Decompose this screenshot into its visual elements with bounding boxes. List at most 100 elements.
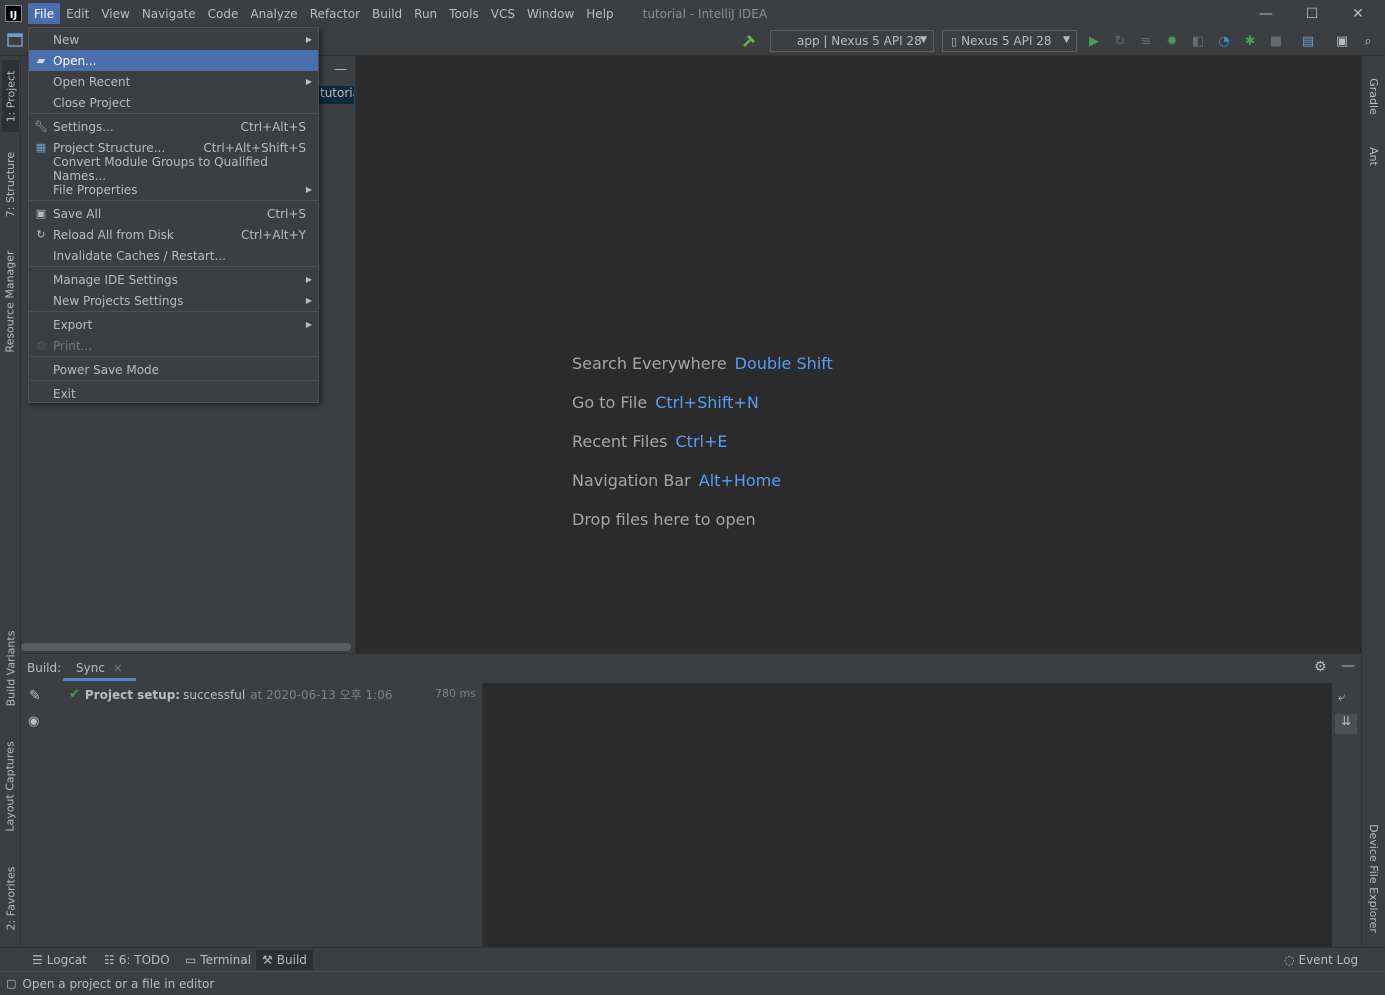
tab-favorites[interactable]: 2: Favorites (2, 856, 19, 941)
menu-analyze[interactable]: Analyze (244, 3, 303, 24)
menu-build[interactable]: Build (366, 3, 408, 24)
minimize-panel-icon[interactable]: — (334, 62, 347, 77)
apply-code-changes-icon[interactable]: ≡ (1138, 33, 1154, 49)
hint-navigation-bar: Navigation Bar Alt+Home (572, 471, 782, 490)
menu-run[interactable]: Run (408, 3, 443, 24)
todo-icon: ☷ (104, 953, 115, 967)
menu-item-power-save-mode[interactable]: Power Save Mode (29, 359, 318, 380)
soft-wrap-icon[interactable]: ⤶ (1338, 690, 1345, 705)
hint-search-everywhere: Search Everywhere Double Shift (572, 354, 833, 373)
apply-changes-icon[interactable]: ↻ (1112, 33, 1128, 49)
menu-item-save-all[interactable]: ▣ Save All Ctrl+S (29, 203, 318, 224)
submenu-arrow-icon: ▶ (305, 35, 312, 44)
profile-icon[interactable]: ◔ (1216, 33, 1232, 49)
menu-item-open[interactable]: ▰ Open... (29, 50, 318, 71)
menu-item-close-project[interactable]: Close Project (29, 92, 318, 113)
menu-vcs[interactable]: VCS (485, 3, 521, 24)
menu-tools[interactable]: Tools (443, 3, 485, 24)
chevron-down-icon: ▼ (920, 35, 927, 45)
eye-icon[interactable]: ◉ (28, 714, 39, 729)
menu-refactor[interactable]: Refactor (304, 3, 366, 24)
tab-device-file-explorer[interactable]: Device File Explorer (1365, 816, 1382, 941)
menu-edit[interactable]: Edit (60, 3, 95, 24)
tool-terminal[interactable]: ▭ Terminal (179, 950, 257, 970)
menu-item-print[interactable]: ⎙ Print... (29, 335, 318, 356)
hammer-icon: ⚒ (262, 953, 273, 967)
editor-empty-area[interactable]: Search Everywhere Double Shift Go to File… (356, 56, 1361, 653)
menu-item-settings[interactable]: 🔧︎ Settings... Ctrl+Alt+S (29, 116, 318, 137)
menu-separator (29, 356, 318, 357)
menu-navigate[interactable]: Navigate (136, 3, 202, 24)
tab-layout-captures[interactable]: Layout Captures (2, 731, 19, 841)
tool-build[interactable]: ⚒ Build (256, 950, 313, 970)
build-console[interactable] (483, 683, 1332, 948)
run-config-label: app | Nexus 5 API 28 (797, 34, 922, 48)
tab-structure[interactable]: 7: Structure (2, 144, 19, 224)
layout-icon[interactable]: ▣ (1334, 33, 1350, 49)
sdk-manager-icon[interactable]: ▤ (1300, 33, 1316, 49)
tab-build-variants[interactable]: Build Variants (2, 621, 19, 716)
coverage-icon[interactable]: ◧ (1190, 33, 1206, 49)
tool-logcat[interactable]: ☰ Logcat (26, 950, 93, 970)
pin-icon[interactable]: ✎ (29, 688, 41, 704)
menu-code[interactable]: Code (202, 3, 245, 24)
row-status: successful (183, 687, 246, 702)
build-row[interactable]: ✔ Project setup: successful at 2020-06-1… (69, 686, 392, 703)
menu-file[interactable]: File (28, 3, 61, 24)
tool-todo[interactable]: ☷ 6: TODO (98, 950, 176, 970)
submenu-arrow-icon: ▶ (305, 320, 312, 329)
menu-window[interactable]: Window (521, 3, 580, 24)
save-icon: ▣ (35, 207, 47, 220)
horizontal-scrollbar[interactable] (21, 643, 351, 651)
tab-resource-manager[interactable]: Resource Manager (2, 241, 19, 361)
menu-item-exit[interactable]: Exit (29, 383, 318, 404)
minimize-icon[interactable]: — (1341, 658, 1355, 674)
tab-project[interactable]: 1: Project (2, 60, 19, 132)
row-duration: 780 ms (435, 687, 476, 700)
project-view-icon[interactable] (7, 32, 23, 48)
row-title: Project setup: (84, 687, 181, 702)
menu-item-new-projects-settings[interactable]: New Projects Settings ▶ (29, 290, 318, 311)
stop-icon[interactable]: ■ (1268, 33, 1284, 49)
hammer-icon[interactable] (741, 33, 757, 49)
run-icon[interactable]: ▶ (1086, 33, 1102, 49)
menu-item-export[interactable]: Export ▶ (29, 314, 318, 335)
debug-icon[interactable]: ✹ (1164, 33, 1180, 49)
menu-item-manage-ide-settings[interactable]: Manage IDE Settings ▶ (29, 269, 318, 290)
row-time: at 2020-06-13 오후 1:06 (250, 688, 393, 702)
build-tree: ✔ Project setup: successful at 2020-06-1… (63, 683, 483, 948)
build-header: Build: Sync × ⚙ — (21, 654, 1361, 683)
device-select[interactable]: ▯ Nexus 5 API 28 ▼ (942, 30, 1077, 52)
menu-help[interactable]: Help (580, 3, 619, 24)
status-icon[interactable]: ▢ (6, 977, 16, 990)
menu-item-reload-all[interactable]: ↻ Reload All from Disk Ctrl+Alt+Y (29, 224, 318, 245)
left-tool-strip: 1: Project 7: Structure Resource Manager… (0, 56, 21, 945)
menu-item-file-properties[interactable]: File Properties ▶ (29, 179, 318, 200)
submenu-arrow-icon: ▶ (305, 275, 312, 284)
tab-ant[interactable]: Ant (1365, 136, 1382, 176)
maximize-button[interactable]: ☐ (1289, 0, 1335, 27)
menu-item-convert-module-groups[interactable]: Convert Module Groups to Qualified Names… (29, 155, 318, 183)
gear-icon[interactable]: ⚙ (1314, 659, 1327, 675)
intellij-logo-icon: IJ (5, 5, 22, 22)
scroll-to-end-icon[interactable]: ⇊ (1335, 714, 1357, 734)
close-icon[interactable]: × (113, 661, 123, 675)
reload-icon: ↻ (36, 228, 46, 241)
minimize-button[interactable]: — (1243, 0, 1289, 27)
menu-item-open-recent[interactable]: Open Recent ▶ (29, 71, 318, 92)
print-icon: ⎙ (36, 338, 46, 352)
build-panel: Build: Sync × ⚙ — ✎ ◉ ✔ Project setup: s… (21, 653, 1361, 948)
menu-item-invalidate-caches[interactable]: Invalidate Caches / Restart... (29, 245, 318, 266)
tab-gradle[interactable]: Gradle (1365, 66, 1382, 126)
attach-debugger-icon[interactable]: ✱ (1242, 33, 1258, 49)
tool-event-log[interactable]: ◌ Event Log (1278, 950, 1364, 970)
menu-bar: IJ File Edit View Navigate Code Analyze … (0, 0, 1385, 27)
project-tree-node[interactable]: tutorial (318, 86, 354, 104)
tab-sync[interactable]: Sync × (63, 657, 136, 681)
close-button[interactable]: ✕ (1335, 0, 1381, 27)
menu-view[interactable]: View (95, 3, 135, 24)
menu-item-new[interactable]: New ▶ (29, 29, 318, 50)
search-icon[interactable]: ⌕ (1360, 33, 1376, 49)
run-config-select[interactable]: app | Nexus 5 API 28 ▼ (770, 30, 934, 52)
menu-separator (29, 266, 318, 267)
